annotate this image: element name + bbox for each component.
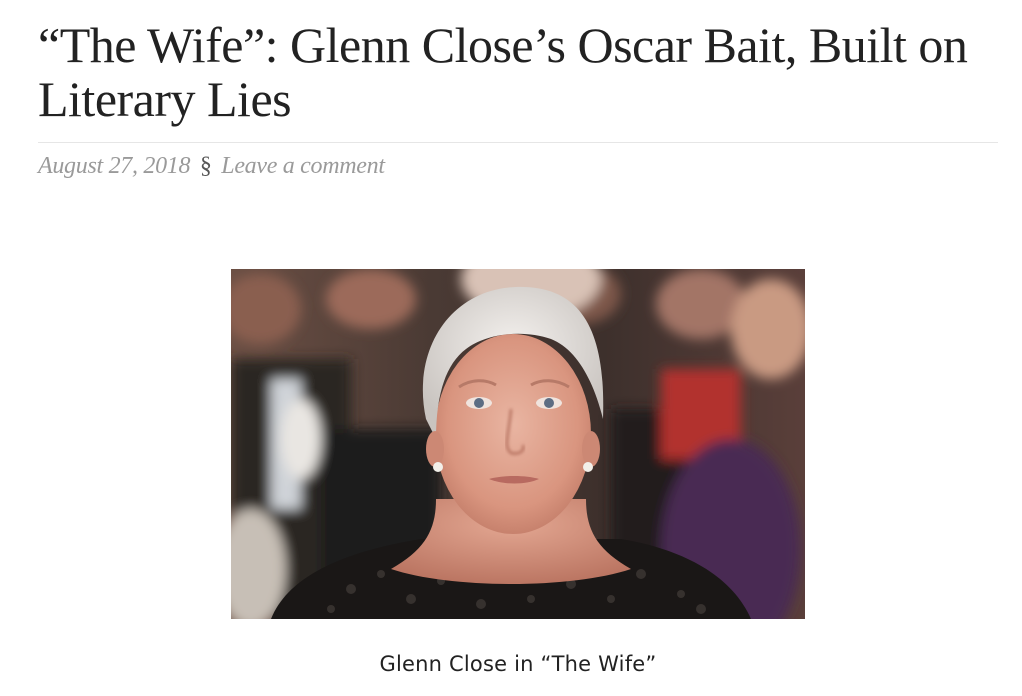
title-divider <box>38 142 998 143</box>
post-meta: August 27, 2018 § Leave a comment <box>38 151 998 181</box>
post-figure: Glenn Close in “The Wife” <box>231 269 805 677</box>
post-date-link[interactable]: August 27, 2018 <box>38 153 190 179</box>
section-sign-separator: § <box>199 153 212 179</box>
featured-photo[interactable] <box>231 269 805 619</box>
figure-caption: Glenn Close in “The Wife” <box>379 652 657 676</box>
leave-comment-link[interactable]: Leave a comment <box>221 153 385 179</box>
post-title: “The Wife”: Glenn Close’s Oscar Bait, Bu… <box>38 17 968 127</box>
post: “The Wife”: Glenn Close’s Oscar Bait, Bu… <box>38 18 998 181</box>
